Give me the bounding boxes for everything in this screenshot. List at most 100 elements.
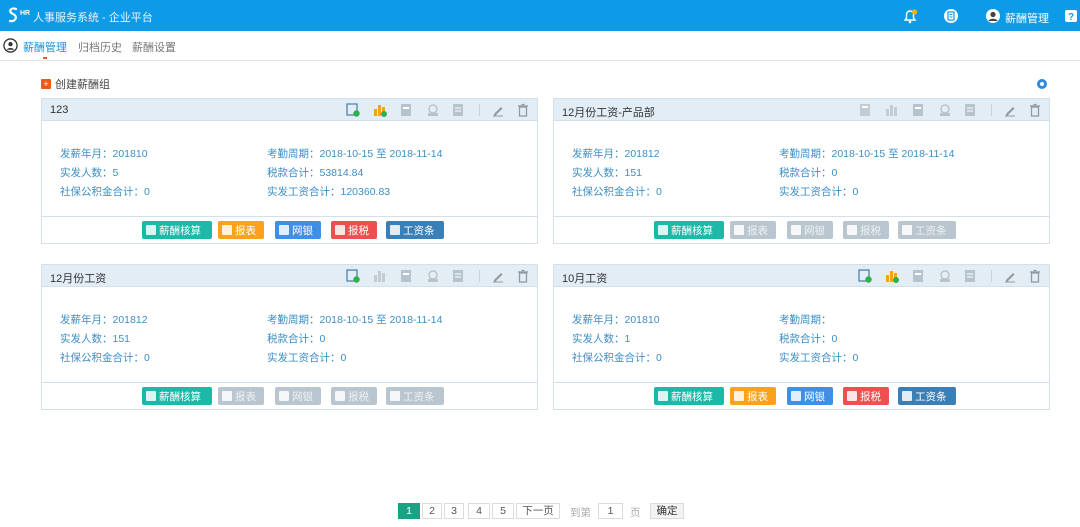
app-title: 人事服务系统 - 企业平台 [33, 12, 153, 24]
delete-icon[interactable] [516, 269, 530, 283]
bank-button[interactable]: 网银 [787, 221, 833, 239]
calculate-done-icon[interactable] [346, 269, 360, 283]
confirm-goto-button[interactable]: 确定 [650, 503, 684, 519]
active-tab-indicator [43, 57, 47, 59]
page-button-4[interactable]: 4 [468, 503, 490, 519]
salary-card: 12月份工资 发薪年月：201812 考勤周期：2018-10-15 至 201… [41, 264, 538, 410]
page-button-2[interactable]: 2 [422, 503, 442, 519]
salary-card: 10月工资 发薪年月：201810 考勤周期： 实发人数：1 税款合计：0 社保… [553, 264, 1050, 410]
edit-icon[interactable] [1003, 269, 1017, 283]
tax-stamp-icon [847, 225, 857, 235]
payslip-icon[interactable] [911, 103, 925, 117]
bar-chart-icon [222, 391, 232, 401]
tax-filing-button[interactable]: 报税 [331, 387, 377, 405]
next-page-button[interactable]: 下一页 [516, 503, 560, 519]
toolbar-divider [991, 270, 992, 282]
payslip-icon[interactable] [399, 103, 413, 117]
user-avatar-icon[interactable] [985, 8, 1001, 24]
create-salary-group-button[interactable]: + 创建薪酬组 [41, 77, 110, 91]
report-button[interactable]: 报表 [218, 221, 264, 239]
salary-calc-button[interactable]: 薪酬核算 [654, 387, 724, 405]
bank-button[interactable]: 网银 [275, 221, 321, 239]
toolbar-divider [991, 104, 992, 116]
salary-module-icon [3, 38, 18, 53]
edit-icon[interactable] [1003, 103, 1017, 117]
edit-icon[interactable] [491, 269, 505, 283]
tax-icon[interactable] [938, 269, 952, 283]
file-icon[interactable] [451, 269, 465, 283]
tab-salary-settings[interactable]: 薪酬设置 [132, 39, 176, 55]
user-name[interactable]: 薪酬管理 [1005, 10, 1049, 26]
tax-icon[interactable] [426, 269, 440, 283]
logo-text: HR [20, 10, 31, 17]
tax-filing-button[interactable]: 报税 [843, 221, 889, 239]
report-button[interactable]: 报表 [730, 387, 776, 405]
calculate-icon[interactable] [858, 103, 872, 117]
card-title: 10月工资 [562, 273, 608, 285]
headcount: 实发人数：1 [572, 333, 631, 345]
tax-filing-button[interactable]: 报税 [843, 387, 889, 405]
bar-chart-icon [734, 225, 744, 235]
goto-suffix-label: 页 [630, 507, 641, 519]
bank-file-icon [279, 391, 289, 401]
payslip-button[interactable]: 工资条 [898, 387, 956, 405]
salary-total: 实发工资合计：0 [267, 352, 347, 364]
tax-filing-button[interactable]: 报税 [331, 221, 377, 239]
payslip-icon [902, 225, 912, 235]
payslip-icon [390, 225, 400, 235]
payslip-button[interactable]: 工资条 [386, 221, 444, 239]
page-button-1[interactable]: 1 [398, 503, 420, 519]
report-chart-icon[interactable] [373, 269, 387, 283]
edit-icon[interactable] [491, 103, 505, 117]
tax-icon[interactable] [938, 103, 952, 117]
salary-card: 12月份工资-产品部 发薪年月：201812 考勤周期：2018-10-15 至… [553, 98, 1050, 244]
salary-calc-button[interactable]: 薪酬核算 [142, 221, 212, 239]
delete-icon[interactable] [1028, 269, 1042, 283]
bar-chart-icon [734, 391, 744, 401]
bell-icon[interactable] [902, 8, 918, 24]
calculate-done-icon[interactable] [858, 269, 872, 283]
tab-salary-management[interactable]: 薪酬管理 [23, 39, 67, 55]
page-button-3[interactable]: 3 [444, 503, 464, 519]
payslip-icon[interactable] [911, 269, 925, 283]
social-fund-total: 社保公积金合计：0 [572, 186, 662, 198]
file-icon[interactable] [963, 103, 977, 117]
tab-bar: 薪酬管理 归档历史 薪酬设置 [0, 31, 1080, 61]
goto-page-input[interactable] [598, 503, 623, 519]
tax-total: 税款合计：0 [779, 167, 838, 179]
report-chart-icon[interactable] [885, 269, 899, 283]
tax-icon[interactable] [426, 103, 440, 117]
document-icon[interactable] [943, 8, 959, 24]
tax-stamp-icon [847, 391, 857, 401]
attendance-period: 考勤周期：2018-10-15 至 2018-11-14 [779, 148, 955, 160]
delete-icon[interactable] [1028, 103, 1042, 117]
gear-icon[interactable] [1036, 78, 1048, 90]
delete-icon[interactable] [516, 103, 530, 117]
report-button[interactable]: 报表 [730, 221, 776, 239]
report-chart-icon[interactable] [373, 103, 387, 117]
card-footer: 薪酬核算 报表 网银 报税 工资条 [42, 216, 537, 244]
card-header: 12月份工资 [42, 265, 537, 287]
tax-total: 税款合计：53814.84 [267, 167, 364, 179]
pay-month: 发薪年月：201810 [60, 148, 148, 160]
report-button[interactable]: 报表 [218, 387, 264, 405]
payslip-icon[interactable] [399, 269, 413, 283]
report-chart-icon[interactable] [885, 103, 899, 117]
tab-archive-history[interactable]: 归档历史 [78, 39, 122, 55]
file-icon[interactable] [963, 269, 977, 283]
file-icon[interactable] [451, 103, 465, 117]
bank-button[interactable]: 网银 [787, 387, 833, 405]
payslip-button[interactable]: 工资条 [386, 387, 444, 405]
attendance-period: 考勤周期：2018-10-15 至 2018-11-14 [267, 314, 443, 326]
help-icon[interactable]: ? [1063, 8, 1079, 24]
page-button-5[interactable]: 5 [492, 503, 514, 519]
salary-calc-button[interactable]: 薪酬核算 [654, 221, 724, 239]
bank-file-icon [791, 391, 801, 401]
salary-total: 实发工资合计：120360.83 [267, 186, 391, 198]
card-title: 123 [50, 104, 69, 116]
calculate-done-icon[interactable] [346, 103, 360, 117]
bank-button[interactable]: 网银 [275, 387, 321, 405]
hr-logo-icon [8, 7, 18, 23]
payslip-button[interactable]: 工资条 [898, 221, 956, 239]
salary-calc-button[interactable]: 薪酬核算 [142, 387, 212, 405]
